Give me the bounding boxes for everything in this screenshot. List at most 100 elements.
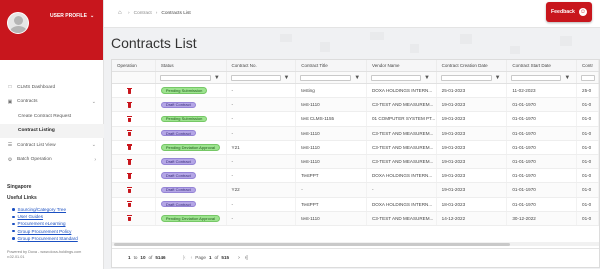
cell-start-date: 01-01-1970 — [507, 126, 578, 140]
column-header-operation[interactable]: Operation — [112, 60, 156, 71]
filter-input-start-date[interactable] — [511, 74, 562, 81]
pager-to-word: to — [133, 255, 138, 260]
link-user-guides[interactable]: User Guides — [18, 214, 44, 219]
avatar[interactable] — [7, 12, 29, 34]
prev-page-icon[interactable]: ‹ — [191, 255, 193, 261]
filter-icon[interactable]: ▼ — [284, 75, 290, 81]
link-group-procurement-standard[interactable]: Group Procurement Standard — [18, 236, 78, 241]
sidebar-item-create-contract-request[interactable]: Create Contract Request — [0, 109, 104, 124]
cell-operation — [112, 98, 156, 112]
cell-start-date: 01-01-1970 — [507, 197, 578, 211]
filter-cell-creation-date: ▼ — [437, 72, 508, 83]
column-header-vendor-name[interactable]: Vendor Name — [367, 60, 437, 71]
cell-contract-end: 01-0 — [577, 112, 599, 126]
cell-status: Draft Contract — [156, 183, 227, 197]
sidebar-item-contract-listing[interactable]: Contract Listing — [0, 123, 104, 138]
filter-cell-contract-title: ▼ — [296, 72, 367, 83]
cell-status: Pending Submission — [156, 84, 227, 98]
user-profile-button[interactable]: USER PROFILE ⌄ — [50, 13, 94, 19]
filter-icon[interactable]: ▼ — [495, 75, 501, 81]
trash-icon[interactable] — [127, 101, 132, 108]
useful-links-title: Useful Links — [7, 195, 37, 201]
trash-icon[interactable] — [127, 144, 132, 151]
filter-icon[interactable]: ▼ — [564, 75, 570, 81]
sidebar-item-label: Contracts — [17, 99, 38, 105]
status-badge: Draft Contract — [160, 129, 196, 137]
table-header: Operation Status Contract No. Contract T… — [112, 60, 599, 72]
link-sourcing-category-tree[interactable]: Sourcing/Category Tree — [18, 207, 67, 212]
sidebar-item-clms-dashboard[interactable]: □ CLMS Dashboard — [0, 80, 104, 95]
table-row[interactable]: Pending Submission - test CLMS-1155 01 COMP… — [112, 112, 599, 127]
table-row[interactable]: Pending Deviation Approval Y21 test-1110 C3… — [112, 140, 599, 155]
column-header-status[interactable]: Status — [156, 60, 227, 71]
table-row[interactable]: Pending Deviation Approval - test-1110 C3-T… — [112, 211, 599, 226]
filter-input-contract-end[interactable] — [581, 74, 596, 81]
cell-contract-no: - — [227, 98, 297, 112]
table-row[interactable]: Draft Contract - test-1110 C3-TEST AND MEAS… — [112, 126, 599, 141]
trash-icon[interactable] — [127, 158, 132, 165]
cell-creation-date: 19-01-2023 — [437, 154, 508, 169]
feedback-button[interactable]: Feedback ☺ — [546, 2, 592, 22]
filter-cell-contract-end — [577, 72, 599, 83]
home-icon[interactable]: ⌂ — [118, 10, 124, 16]
cell-vendor-name: C3-TEST AND MEASUREM... — [367, 140, 437, 154]
scrollbar-thumb[interactable] — [114, 242, 510, 246]
next-page-icon[interactable]: › — [238, 255, 240, 261]
column-header-contract-no[interactable]: Contract No. — [227, 60, 297, 71]
column-header-start-date[interactable]: Contract Start Date — [507, 60, 578, 71]
link-procurement-elearning[interactable]: Procurement eLearning — [18, 221, 66, 226]
sidebar-item-batch-operation[interactable]: ⚙ Batch Operation › — [0, 153, 104, 168]
filter-input-vendor-name[interactable] — [370, 74, 421, 81]
column-header-contract-title[interactable]: Contract Title — [296, 60, 367, 71]
cell-contract-title: TestPPT — [296, 197, 367, 211]
filter-input-status[interactable] — [159, 74, 211, 81]
table-row[interactable]: Draft Contract - test-1110 C3-TEST AND MEAS… — [112, 98, 599, 113]
sidebar-item-contract-list-view[interactable]: ☰ Contract List View ⌄ — [0, 138, 104, 153]
filter-icon[interactable]: ▼ — [214, 75, 220, 81]
cell-status: Draft Contract — [156, 98, 227, 112]
cell-contract-no: Y22 — [227, 183, 297, 197]
sidebar-item-label: Contract List View — [17, 142, 56, 148]
pager-prev-group: |‹ ‹ — [183, 255, 193, 261]
cell-contract-title: test CLMS-1155 — [296, 112, 367, 126]
sidebar-item-contracts[interactable]: ▣ Contracts ⌄ — [0, 95, 104, 110]
filter-cell-contract-no: ▼ — [227, 72, 297, 83]
trash-icon[interactable] — [127, 130, 132, 137]
table-row[interactable]: Draft Contract - TestPPT DOXA HOLDINGS INTE… — [112, 197, 599, 212]
first-page-icon[interactable]: |‹ — [183, 255, 186, 261]
trash-icon[interactable] — [127, 87, 132, 94]
cell-vendor-name: DOXA HOLDINGS INTERN... — [367, 169, 437, 183]
last-page-icon[interactable]: ›| — [245, 255, 248, 261]
cell-contract-end: 01-0 — [577, 211, 599, 225]
table-row[interactable]: Draft Contract - test-1110 C3-TEST AND MEAS… — [112, 154, 599, 170]
cell-contract-end: 01-0 — [577, 169, 599, 183]
column-header-contract-end[interactable]: Contr — [577, 60, 599, 71]
cell-creation-date: 25-01-2023 — [437, 84, 508, 98]
filter-icon[interactable]: ▼ — [424, 75, 430, 81]
link-group-procurement-policy[interactable]: Group Procurement Policy — [18, 229, 72, 234]
pager-to: 10 — [140, 255, 146, 260]
trash-icon[interactable] — [127, 186, 132, 193]
column-header-creation-date[interactable]: Contract Creation Date — [437, 60, 508, 71]
cell-vendor-name: DOXA HOLDINGS INTERN... — [367, 197, 437, 211]
chevron-down-icon: ⌄ — [91, 98, 96, 105]
topbar: ⌂ › Contract › Contracts List Feedback ☺ — [104, 0, 600, 28]
trash-icon[interactable] — [127, 215, 132, 222]
cell-contract-title: testing — [296, 84, 367, 98]
sidebar-item-label: Create Contract Request — [18, 113, 72, 119]
table-row[interactable]: Draft Contract - TestPPT DOXA HOLDINGS INTE… — [112, 169, 599, 184]
trash-icon[interactable] — [127, 201, 132, 208]
table-row[interactable]: Draft Contract Y22- -19-01-2023 01-01-1970 0… — [112, 183, 599, 198]
breadcrumb-contract[interactable]: Contract — [134, 11, 152, 16]
sidebar-header: USER PROFILE ⌄ — [0, 0, 103, 60]
filter-input-contract-no[interactable] — [230, 74, 281, 81]
filter-icon[interactable]: ▼ — [354, 75, 360, 81]
horizontal-scrollbar[interactable] — [112, 242, 599, 246]
filter-input-contract-title[interactable] — [300, 74, 352, 81]
feedback-label: Feedback — [551, 9, 575, 15]
table-row[interactable]: Pending Submission - testing DOXA HOLDINGS … — [112, 84, 599, 99]
trash-icon[interactable] — [127, 172, 132, 179]
trash-icon[interactable] — [127, 115, 132, 122]
filter-input-creation-date[interactable] — [440, 74, 492, 81]
status-badge: Pending Deviation Approval — [160, 215, 220, 222]
